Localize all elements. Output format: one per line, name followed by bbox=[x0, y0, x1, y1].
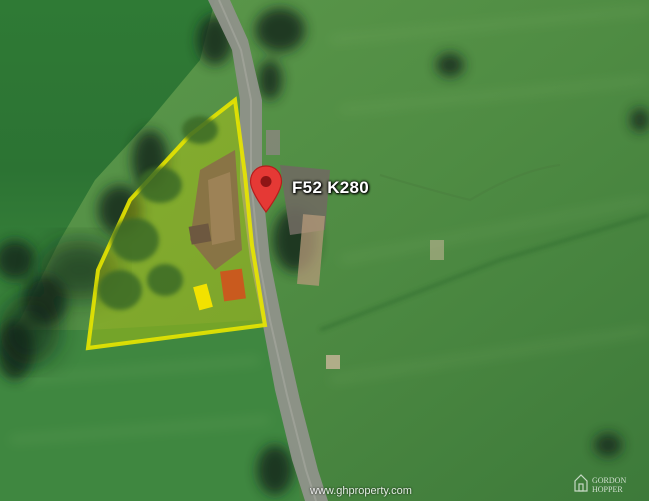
pin-label: F52 K280 bbox=[292, 178, 370, 197]
logo-line-1: GORDON bbox=[592, 476, 627, 485]
satellite-imagery bbox=[0, 0, 649, 501]
satellite-map[interactable]: F52 K280 www.ghproperty.com GORDON HOPPE… bbox=[0, 0, 649, 501]
location-pin-icon[interactable] bbox=[249, 165, 283, 213]
watermark: www.ghproperty.com bbox=[310, 485, 412, 497]
agency-logo-text: GORDON HOPPER bbox=[592, 476, 626, 494]
logo-line-2: HOPPER bbox=[592, 485, 623, 494]
